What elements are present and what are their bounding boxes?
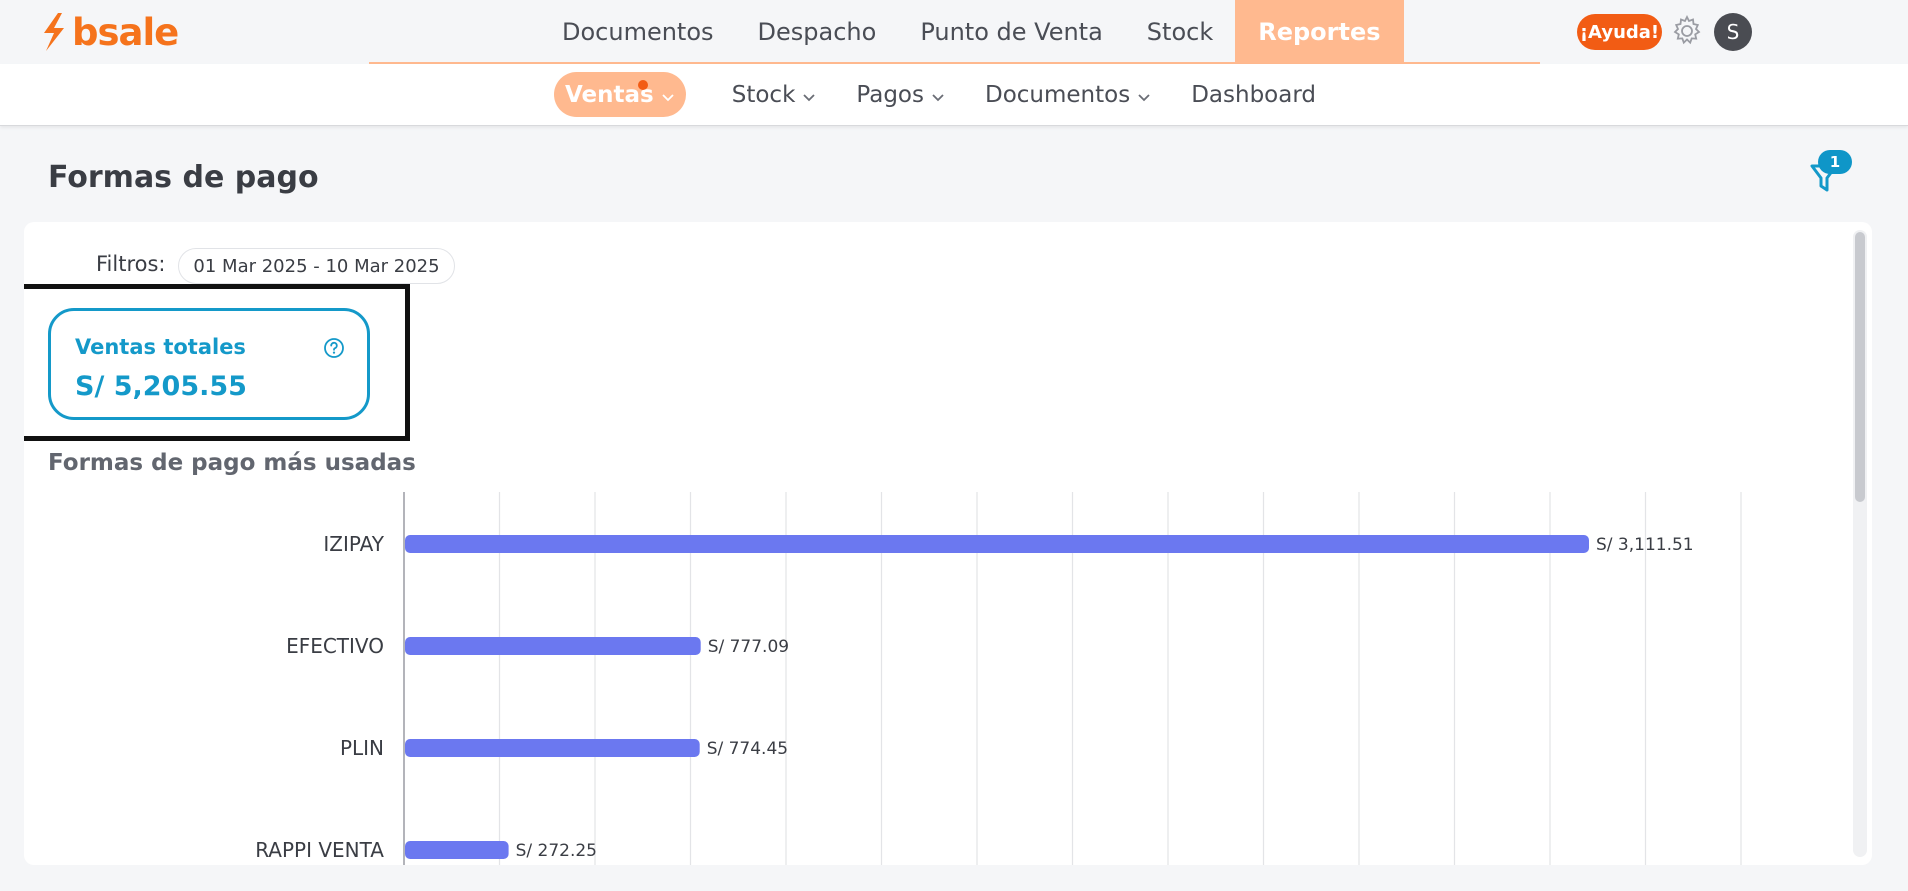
bar-value-label: S/ 3,111.51 <box>1596 535 1694 555</box>
user-avatar[interactable]: S <box>1714 13 1752 51</box>
sub-navigation-bar: Ventas Stock Pagos Documentos Dashboard <box>0 64 1908 126</box>
filter-count-badge: 1 <box>1818 150 1852 174</box>
page-title: Formas de pago <box>48 160 319 195</box>
date-range-filter-chip[interactable]: 01 Mar 2025 - 10 Mar 2025 <box>178 248 455 284</box>
sub-nav-label: Pagos <box>856 81 924 108</box>
main-nav-item-stock[interactable]: Stock <box>1125 0 1235 63</box>
top-navigation-bar: bsale Documentos Despacho Punto de Venta St… <box>0 0 1908 64</box>
brand-name: bsale <box>72 10 179 54</box>
bar-value-label: S/ 272.25 <box>516 841 597 861</box>
category-label: IZIPAY <box>323 532 384 556</box>
kpi-label: Ventas totales <box>75 335 246 359</box>
category-label: PLIN <box>340 736 384 760</box>
filters-label: Filtros: <box>96 252 166 276</box>
chevron-down-icon <box>1138 93 1150 101</box>
settings-button[interactable] <box>1670 14 1704 48</box>
help-button[interactable]: ¡Ayuda! <box>1577 14 1662 50</box>
gear-icon <box>1673 14 1701 45</box>
bar-efectivo[interactable] <box>405 637 701 655</box>
sub-nav-label: Dashboard <box>1191 81 1316 108</box>
sub-nav-label: Documentos <box>984 81 1131 108</box>
sub-nav-item-stock[interactable]: Stock <box>732 72 817 117</box>
bar-rappi-venta[interactable] <box>405 841 509 859</box>
kpi-value: S/ 5,205.55 <box>75 371 247 402</box>
sub-nav-item-documentos[interactable]: Documentos <box>985 72 1151 117</box>
sub-nav-item-dashboard[interactable]: Dashboard <box>1191 72 1316 117</box>
report-card: Filtros: 01 Mar 2025 - 10 Mar 2025 Venta… <box>24 222 1872 865</box>
main-nav-item-reportes[interactable]: Reportes <box>1235 0 1404 63</box>
brand-logo[interactable]: bsale <box>38 10 179 54</box>
total-sales-kpi-card: Ventas totales S/ 5,205.55 <box>48 308 370 420</box>
sub-nav-label: Stock <box>731 81 796 108</box>
bsale-logo-icon <box>44 13 64 51</box>
bar-value-label: S/ 777.09 <box>708 637 789 657</box>
sub-nav: Ventas Stock Pagos Documentos Dashboard <box>554 72 1356 117</box>
help-circle-icon[interactable] <box>323 337 345 359</box>
category-label: RAPPI VENTA <box>255 838 384 862</box>
chart-title: Formas de pago más usadas <box>48 450 416 476</box>
chevron-down-icon <box>932 93 944 101</box>
category-label: EFECTIVO <box>286 634 384 658</box>
notification-dot <box>638 80 648 90</box>
chart-bars: IZIPAY S/ 3,111.51 EFECTIVO S/ 777.09 PLIN S/… <box>255 532 1693 862</box>
sub-nav-item-ventas[interactable]: Ventas <box>554 72 686 117</box>
main-nav: Documentos Despacho Punto de Venta Stock Rep… <box>540 0 1404 63</box>
scrollbar-thumb[interactable] <box>1855 232 1865 502</box>
chevron-down-icon <box>662 93 674 101</box>
payment-methods-bar-chart: IZIPAY S/ 3,111.51 EFECTIVO S/ 777.09 PLIN S/… <box>255 492 1742 865</box>
main-nav-item-despacho[interactable]: Despacho <box>736 0 899 63</box>
main-nav-item-documentos[interactable]: Documentos <box>540 0 736 63</box>
sub-nav-item-pagos[interactable]: Pagos <box>856 72 945 117</box>
bar-izipay[interactable] <box>405 535 1589 553</box>
main-nav-item-punto-de-venta[interactable]: Punto de Venta <box>898 0 1124 63</box>
bar-plin[interactable] <box>405 739 700 757</box>
chevron-down-icon <box>803 93 816 101</box>
bar-value-label: S/ 774.45 <box>707 739 788 759</box>
